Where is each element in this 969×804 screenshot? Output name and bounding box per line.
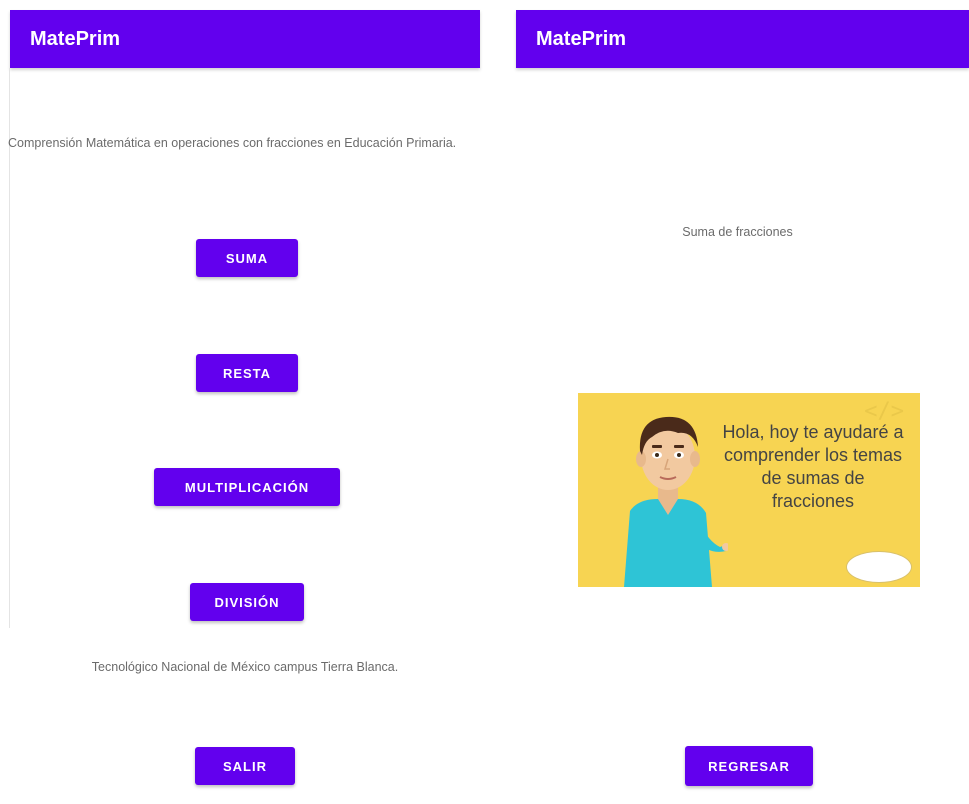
regresar-button[interactable]: REGRESAR bbox=[685, 746, 813, 786]
division-button[interactable]: DIVISIÓN bbox=[190, 583, 304, 621]
speech-text: Hola, hoy te ayudaré a comprender los te… bbox=[722, 422, 904, 511]
lesson-video[interactable]: </> Hola, hoy te ayudaré a comprender lo… bbox=[578, 393, 920, 587]
app-bar: MatePrim bbox=[516, 10, 969, 68]
institution-footer: Tecnológico Nacional de México campus Ti… bbox=[91, 660, 399, 674]
suma-button[interactable]: SUMA bbox=[196, 239, 298, 277]
stage: MatePrim Comprensión Matemática en opera… bbox=[0, 0, 969, 804]
lesson-title: Suma de fracciones bbox=[682, 225, 793, 239]
resta-button[interactable]: RESTA bbox=[196, 354, 298, 392]
multiplicacion-button[interactable]: MULTIPLICACIÓN bbox=[154, 468, 340, 506]
screen-divider bbox=[9, 68, 10, 628]
speech-bubble-icon bbox=[846, 551, 912, 583]
app-description: Comprensión Matemática en operaciones co… bbox=[8, 136, 457, 150]
main-menu-screen: MatePrim Comprensión Matemática en opera… bbox=[0, 0, 490, 804]
app-title: MatePrim bbox=[30, 27, 121, 50]
salir-button[interactable]: SALIR bbox=[195, 747, 295, 785]
teacher-character-icon bbox=[624, 416, 728, 587]
app-bar: MatePrim bbox=[10, 10, 480, 68]
app-title: MatePrim bbox=[536, 27, 627, 50]
suma-screen: MatePrim Suma de fracciones </> Hola, ho… bbox=[506, 0, 969, 804]
